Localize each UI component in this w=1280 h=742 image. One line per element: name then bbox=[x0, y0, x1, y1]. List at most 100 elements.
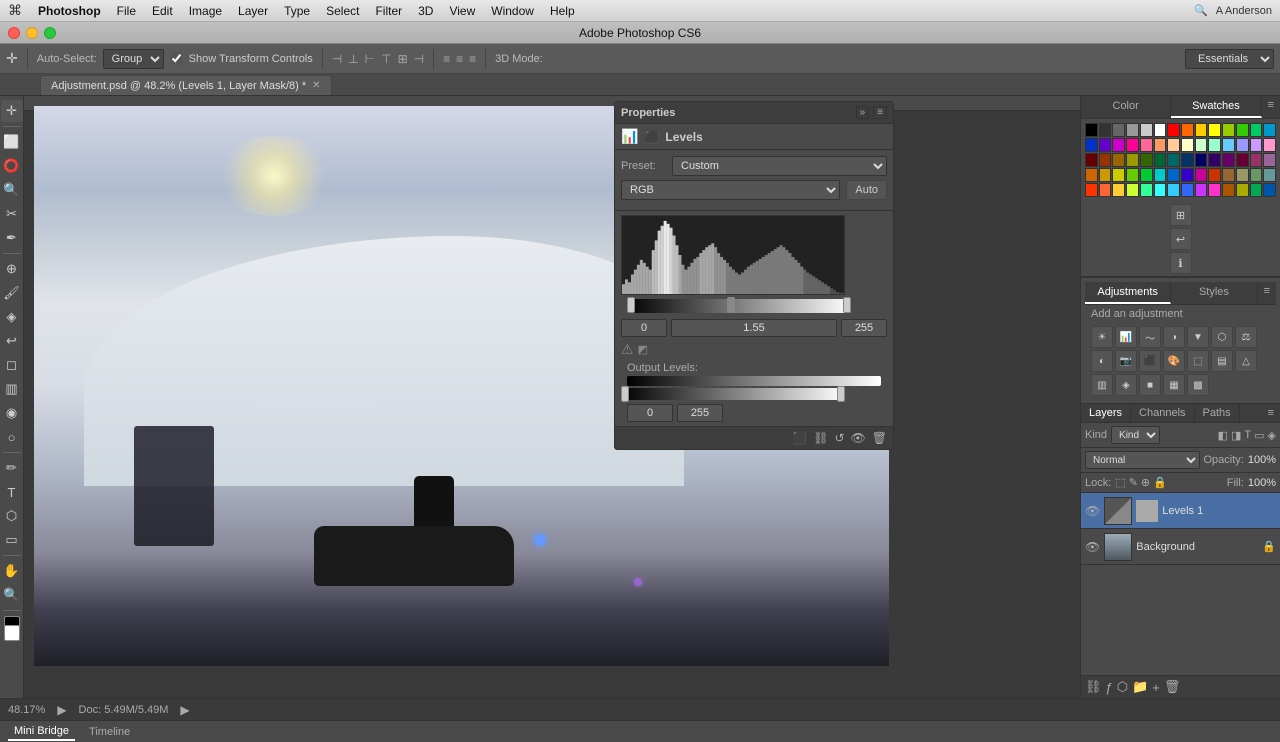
doc-arrow[interactable]: ▶ bbox=[180, 703, 189, 717]
swatch[interactable] bbox=[1236, 138, 1249, 152]
tab-color[interactable]: Color bbox=[1081, 96, 1171, 118]
swatch[interactable] bbox=[1126, 138, 1139, 152]
align-left-icon[interactable]: ⊣ bbox=[332, 52, 342, 66]
levels-adj-icon[interactable]: 📊 bbox=[1115, 326, 1137, 348]
filter-pixel-icon[interactable]: ◧ bbox=[1218, 429, 1228, 442]
swatch[interactable] bbox=[1263, 168, 1276, 182]
swatch[interactable] bbox=[1140, 183, 1153, 197]
swatch[interactable] bbox=[1167, 168, 1180, 182]
eraser-tool-button[interactable]: ◻ bbox=[1, 354, 23, 376]
align-right-icon[interactable]: ⊢ bbox=[365, 52, 375, 66]
link-icon[interactable]: ⛓ bbox=[813, 431, 828, 445]
swatch[interactable] bbox=[1222, 168, 1235, 182]
move-tool-icon[interactable]: ✛ bbox=[6, 50, 18, 67]
layers-menu-icon[interactable]: ≡ bbox=[1262, 404, 1280, 422]
auto-select-dropdown[interactable]: Group Layer bbox=[103, 49, 164, 69]
pen-tool-button[interactable]: ✏ bbox=[1, 457, 23, 479]
properties-menu-icon[interactable]: ≡ bbox=[873, 106, 887, 119]
crop-tool-button[interactable]: ✂ bbox=[1, 203, 23, 225]
quick-select-tool-button[interactable]: 🔍 bbox=[1, 179, 23, 201]
path-tool-button[interactable]: ⬡ bbox=[1, 505, 23, 527]
swatch[interactable] bbox=[1099, 168, 1112, 182]
swatch[interactable] bbox=[1167, 138, 1180, 152]
menu-3d[interactable]: 3D bbox=[418, 4, 433, 18]
align-bottom-icon[interactable]: ⊣ bbox=[414, 52, 424, 66]
swatch[interactable] bbox=[1126, 123, 1139, 137]
black-input[interactable] bbox=[621, 319, 667, 337]
white-point-slider[interactable] bbox=[843, 297, 851, 313]
swatch[interactable] bbox=[1099, 138, 1112, 152]
layer-row-background[interactable]: 👁 Background 🔒 bbox=[1081, 529, 1280, 565]
minimize-button[interactable] bbox=[26, 27, 38, 39]
menu-window[interactable]: Window bbox=[491, 4, 534, 18]
gradient-tool-button[interactable]: ▥ bbox=[1, 378, 23, 400]
search-icon[interactable]: 🔍 bbox=[1194, 4, 1208, 17]
colorbalance-adj-icon[interactable]: ⚖ bbox=[1235, 326, 1257, 348]
add-style-icon[interactable]: ƒ bbox=[1106, 680, 1113, 695]
layer-eye-levels[interactable]: 👁 bbox=[1085, 504, 1100, 518]
swatch[interactable] bbox=[1236, 183, 1249, 197]
filter-type-icon[interactable]: T bbox=[1244, 429, 1251, 442]
document-tab[interactable]: Adjustment.psd @ 48.2% (Levels 1, Layer … bbox=[40, 75, 332, 95]
swatch[interactable] bbox=[1099, 123, 1112, 137]
new-group-icon[interactable]: 📁 bbox=[1132, 679, 1148, 695]
swatch[interactable] bbox=[1154, 123, 1167, 137]
swatch[interactable] bbox=[1222, 123, 1235, 137]
threshold-adj-icon[interactable]: △ bbox=[1235, 350, 1257, 372]
align-center-h-icon[interactable]: ⊥ bbox=[348, 52, 358, 66]
swatch[interactable] bbox=[1085, 183, 1098, 197]
lock-all-icon[interactable]: 🔒 bbox=[1153, 476, 1167, 489]
delete-icon[interactable]: 🗑 bbox=[872, 431, 887, 445]
reset-icon[interactable]: ↺ bbox=[834, 431, 844, 445]
swatch[interactable] bbox=[1140, 138, 1153, 152]
swatch[interactable] bbox=[1085, 138, 1098, 152]
swatch[interactable] bbox=[1181, 138, 1194, 152]
swatch[interactable] bbox=[1126, 183, 1139, 197]
tab-timeline[interactable]: Timeline bbox=[83, 724, 136, 740]
layers-view-icon[interactable]: ⊞ bbox=[1170, 204, 1192, 226]
swatch[interactable] bbox=[1099, 153, 1112, 167]
distribute-right-icon[interactable]: ≡ bbox=[469, 52, 476, 66]
marquee-tool-button[interactable]: ⬜ bbox=[1, 131, 23, 153]
output-white-input[interactable] bbox=[677, 404, 723, 422]
vibrance-adj-icon[interactable]: ▼ bbox=[1187, 326, 1209, 348]
shape-tool-button[interactable]: ▭ bbox=[1, 529, 23, 551]
swatch[interactable] bbox=[1154, 138, 1167, 152]
swatch[interactable] bbox=[1208, 168, 1221, 182]
blend-mode-dropdown[interactable]: Normal bbox=[1085, 451, 1200, 469]
filter-kind-dropdown[interactable]: Kind bbox=[1111, 426, 1160, 444]
output-black-input[interactable] bbox=[627, 404, 673, 422]
swatch[interactable] bbox=[1236, 153, 1249, 167]
swatch[interactable] bbox=[1208, 153, 1221, 167]
channel-dropdown[interactable]: RGB Red Green Blue bbox=[621, 180, 840, 200]
swatch[interactable] bbox=[1208, 183, 1221, 197]
close-button[interactable] bbox=[8, 27, 20, 39]
swatch[interactable] bbox=[1126, 168, 1139, 182]
dodge-tool-button[interactable]: ○ bbox=[1, 426, 23, 448]
swatch[interactable] bbox=[1085, 153, 1098, 167]
lock-artboard-icon[interactable]: ⊕ bbox=[1141, 476, 1150, 489]
swatch[interactable] bbox=[1263, 153, 1276, 167]
brush-tool-button[interactable]: 🖌 bbox=[1, 282, 23, 304]
swatch[interactable] bbox=[1195, 123, 1208, 137]
swatch[interactable] bbox=[1250, 138, 1263, 152]
swatch[interactable] bbox=[1181, 153, 1194, 167]
delete-layer-icon[interactable]: 🗑 bbox=[1164, 679, 1181, 695]
hsl-adj-icon[interactable]: ⬡ bbox=[1211, 326, 1233, 348]
move-tool-button[interactable]: ✛ bbox=[1, 100, 23, 122]
new-layer-icon[interactable]: + bbox=[1152, 680, 1160, 695]
swatch[interactable] bbox=[1250, 168, 1263, 182]
tab-channels[interactable]: Channels bbox=[1131, 404, 1194, 422]
distribute-center-icon[interactable]: ≡ bbox=[456, 52, 463, 66]
swatch[interactable] bbox=[1112, 153, 1125, 167]
swatch[interactable] bbox=[1222, 138, 1235, 152]
swatch[interactable] bbox=[1263, 123, 1276, 137]
align-top-icon[interactable]: ⊤ bbox=[381, 52, 391, 66]
align-center-v-icon[interactable]: ⊞ bbox=[398, 52, 408, 66]
lock-pixels-icon[interactable]: ⬚ bbox=[1115, 476, 1125, 489]
add-mask-icon[interactable]: ⬡ bbox=[1117, 679, 1128, 695]
solidcolor-adj-icon[interactable]: ■ bbox=[1139, 374, 1161, 396]
tab-paths[interactable]: Paths bbox=[1195, 404, 1240, 422]
swatch[interactable] bbox=[1140, 153, 1153, 167]
swatch[interactable] bbox=[1250, 183, 1263, 197]
